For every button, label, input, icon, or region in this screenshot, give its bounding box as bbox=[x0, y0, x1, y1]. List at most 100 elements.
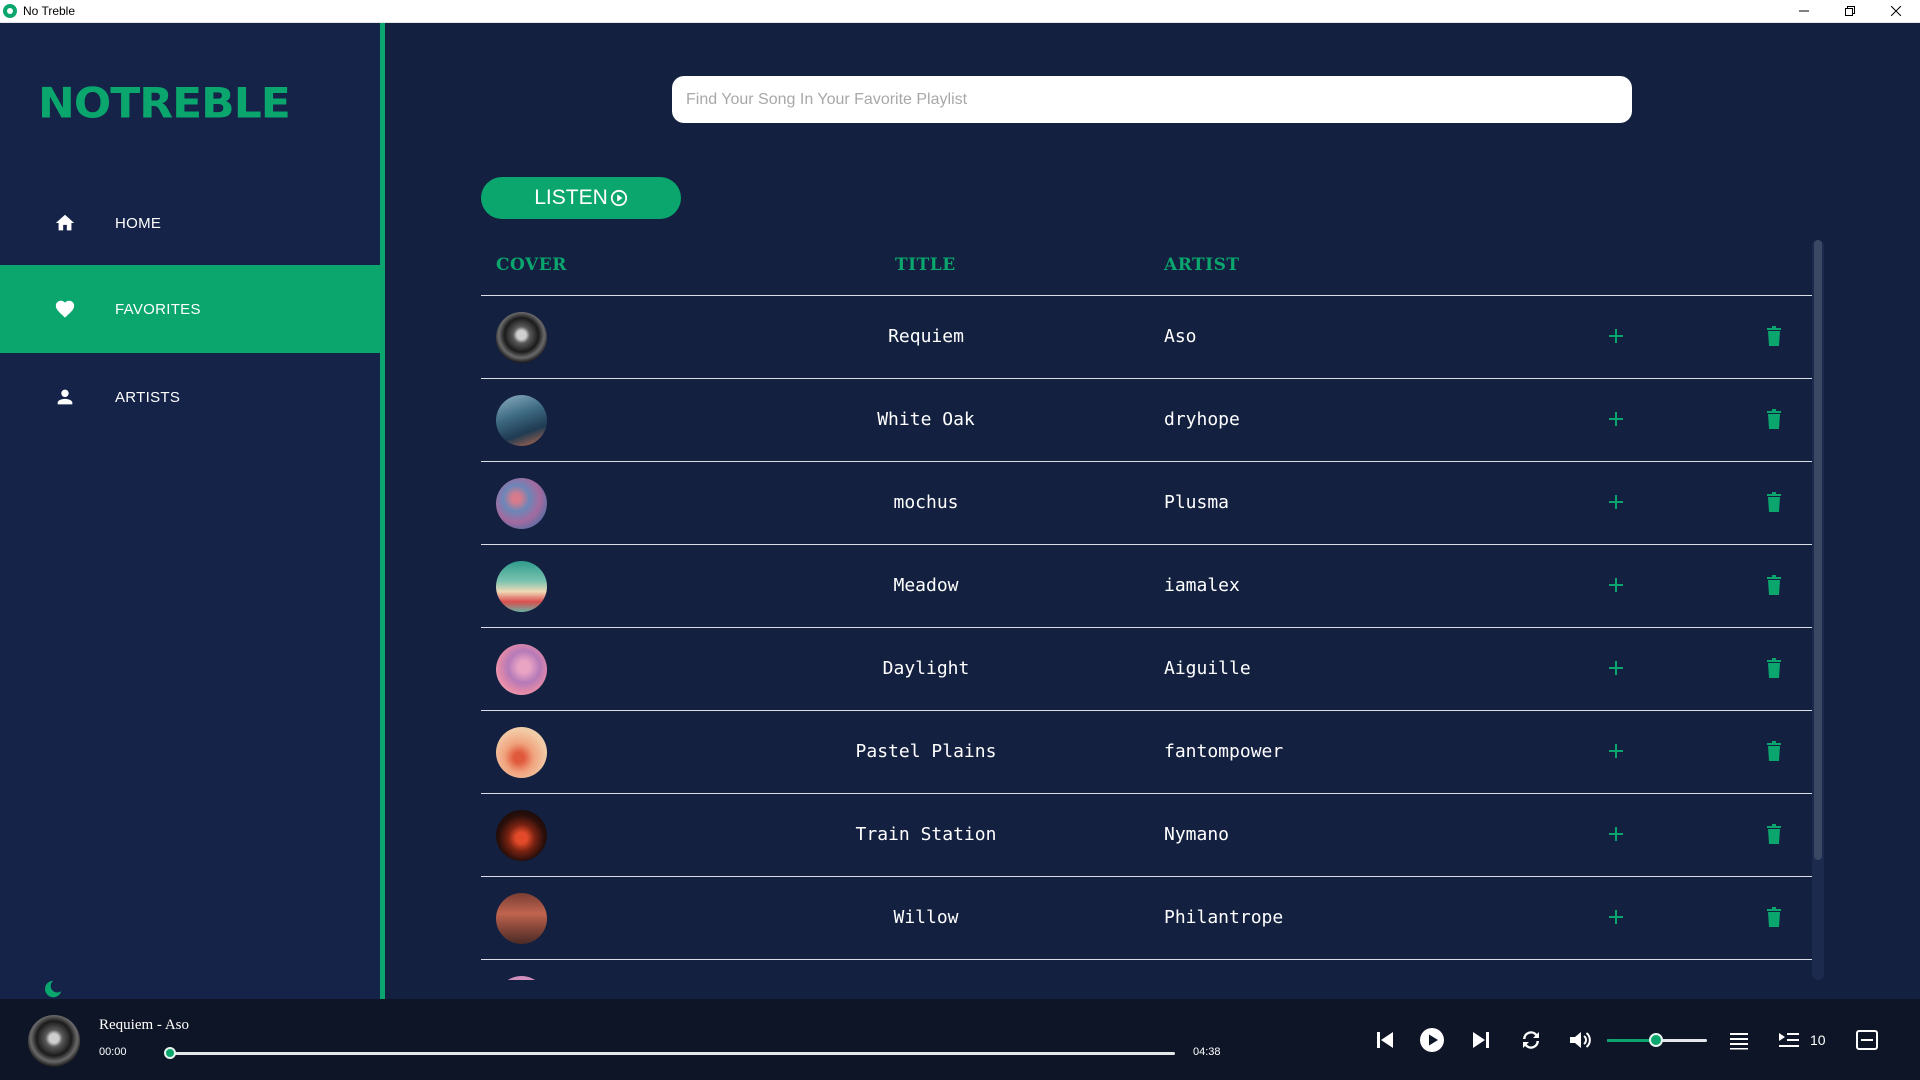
person-icon bbox=[57, 389, 73, 405]
song-title: Requiem bbox=[888, 326, 964, 347]
add-to-queue-icon[interactable] bbox=[1606, 907, 1626, 927]
song-title: Meadow bbox=[893, 575, 959, 596]
restore-button[interactable] bbox=[1827, 0, 1873, 22]
song-title: White Oak bbox=[877, 409, 975, 430]
column-header-artist: ARTIST bbox=[1164, 255, 1240, 275]
cover-image bbox=[496, 810, 547, 861]
app-logo: NOTREBLE bbox=[38, 79, 291, 128]
cover-image bbox=[496, 561, 547, 612]
repeat-icon[interactable] bbox=[1518, 1027, 1544, 1053]
cover-image bbox=[496, 976, 547, 980]
cover-image bbox=[496, 395, 547, 446]
trash-icon[interactable] bbox=[1766, 409, 1782, 429]
app-icon bbox=[3, 4, 17, 18]
add-to-queue-icon[interactable] bbox=[1606, 575, 1626, 595]
table-row[interactable]: Pastel Plains fantompower bbox=[481, 711, 1812, 794]
sidebar-item-label: HOME bbox=[115, 214, 162, 232]
song-artist: dryhope bbox=[1164, 409, 1240, 430]
trash-icon[interactable] bbox=[1766, 575, 1782, 595]
sidebar-item-artists[interactable]: ARTISTS bbox=[0, 353, 380, 441]
now-playing-cover bbox=[28, 1015, 80, 1067]
song-title: Train Station bbox=[855, 824, 997, 845]
now-playing-title: Requiem - Aso bbox=[99, 1017, 189, 1033]
trash-icon[interactable] bbox=[1766, 824, 1782, 844]
song-title: Daylight bbox=[882, 658, 970, 679]
cover-image bbox=[496, 644, 547, 695]
scrollbar-thumb[interactable] bbox=[1814, 240, 1822, 860]
table-row[interactable]: Requiem Aso bbox=[481, 296, 1812, 379]
previous-track-icon[interactable] bbox=[1372, 1027, 1398, 1053]
progress-bar[interactable] bbox=[170, 1052, 1175, 1055]
add-to-queue-icon[interactable] bbox=[1606, 492, 1626, 512]
song-artist: Plusma bbox=[1164, 492, 1230, 513]
heart-icon bbox=[55, 300, 75, 318]
minimize-button[interactable] bbox=[1781, 0, 1827, 22]
minimize-icon bbox=[1799, 10, 1809, 12]
table-row[interactable]: Willow Philantrope bbox=[481, 877, 1812, 960]
table-header: COVER TITLE ARTIST bbox=[481, 240, 1812, 296]
window-titlebar: No Treble bbox=[0, 0, 1920, 23]
sidebar-divider bbox=[380, 23, 385, 1080]
song-title: Pastel Plains bbox=[855, 741, 997, 762]
table-row[interactable]: Meadow iamalex bbox=[481, 545, 1812, 628]
cover-image bbox=[496, 312, 547, 363]
trash-icon[interactable] bbox=[1766, 907, 1782, 927]
table-row[interactable]: Daylight Aiguille bbox=[481, 628, 1812, 711]
volume-knob[interactable] bbox=[1649, 1033, 1663, 1047]
listen-button-label: LISTEN bbox=[534, 186, 608, 209]
column-header-cover: COVER bbox=[496, 255, 567, 275]
window-title: No Treble bbox=[23, 4, 76, 18]
song-artist: Philantrope bbox=[1164, 907, 1284, 928]
play-circle-icon bbox=[610, 189, 627, 207]
playlist-icon[interactable] bbox=[1726, 1027, 1752, 1053]
cover-image bbox=[496, 727, 547, 778]
next-track-icon[interactable] bbox=[1468, 1027, 1494, 1053]
queue-count: 10 bbox=[1810, 1032, 1826, 1048]
song-artist: iamalex bbox=[1164, 575, 1240, 596]
table-row[interactable] bbox=[481, 960, 1812, 980]
player-bar: Requiem - Aso 00:00 04:38 10 bbox=[0, 999, 1920, 1080]
add-to-queue-icon[interactable] bbox=[1606, 741, 1626, 761]
current-time: 00:00 bbox=[99, 1046, 127, 1058]
trash-icon[interactable] bbox=[1766, 658, 1782, 678]
mini-player-icon[interactable] bbox=[1854, 1027, 1880, 1053]
song-title: mochus bbox=[893, 492, 959, 513]
add-to-queue-icon[interactable] bbox=[1606, 824, 1626, 844]
song-artist: Nymano bbox=[1164, 824, 1230, 845]
cover-image bbox=[496, 478, 547, 529]
sidebar-item-favorites[interactable]: FAVORITES bbox=[0, 265, 380, 353]
sidebar: NOTREBLE HOME FAVORITES ARTISTS bbox=[0, 23, 380, 999]
trash-icon[interactable] bbox=[1766, 741, 1782, 761]
add-to-queue-icon[interactable] bbox=[1606, 326, 1626, 346]
favorites-table: COVER TITLE ARTIST Requiem Aso White Oak… bbox=[481, 240, 1812, 980]
song-artist: fantompower bbox=[1164, 741, 1284, 762]
table-row[interactable]: White Oak dryhope bbox=[481, 379, 1812, 462]
moon-icon[interactable] bbox=[42, 978, 64, 1000]
listen-button[interactable]: LISTEN bbox=[481, 177, 681, 219]
restore-icon bbox=[1845, 6, 1855, 16]
queue-icon[interactable] bbox=[1776, 1027, 1802, 1053]
table-scrollbar[interactable] bbox=[1812, 240, 1824, 980]
total-time: 04:38 bbox=[1193, 1046, 1221, 1058]
table-row[interactable]: mochus Plusma bbox=[481, 462, 1812, 545]
volume-icon[interactable] bbox=[1567, 1027, 1593, 1053]
sidebar-item-label: ARTISTS bbox=[115, 388, 181, 406]
sidebar-item-label: FAVORITES bbox=[115, 300, 201, 318]
play-icon[interactable] bbox=[1419, 1027, 1445, 1053]
trash-icon[interactable] bbox=[1766, 326, 1782, 346]
add-to-queue-icon[interactable] bbox=[1606, 409, 1626, 429]
progress-knob[interactable] bbox=[164, 1047, 176, 1059]
column-header-title: TITLE bbox=[895, 255, 956, 275]
close-icon bbox=[1891, 6, 1901, 16]
add-to-queue-icon[interactable] bbox=[1606, 658, 1626, 678]
song-title: Willow bbox=[893, 907, 959, 928]
sidebar-item-home[interactable]: HOME bbox=[0, 179, 380, 267]
song-artist: Aso bbox=[1164, 326, 1197, 347]
home-icon bbox=[55, 214, 75, 231]
search-input[interactable] bbox=[672, 76, 1632, 123]
song-artist: Aiguille bbox=[1164, 658, 1251, 679]
table-row[interactable]: Train Station Nymano bbox=[481, 794, 1812, 877]
trash-icon[interactable] bbox=[1766, 492, 1782, 512]
cover-image bbox=[496, 893, 547, 944]
close-button[interactable] bbox=[1873, 0, 1919, 22]
